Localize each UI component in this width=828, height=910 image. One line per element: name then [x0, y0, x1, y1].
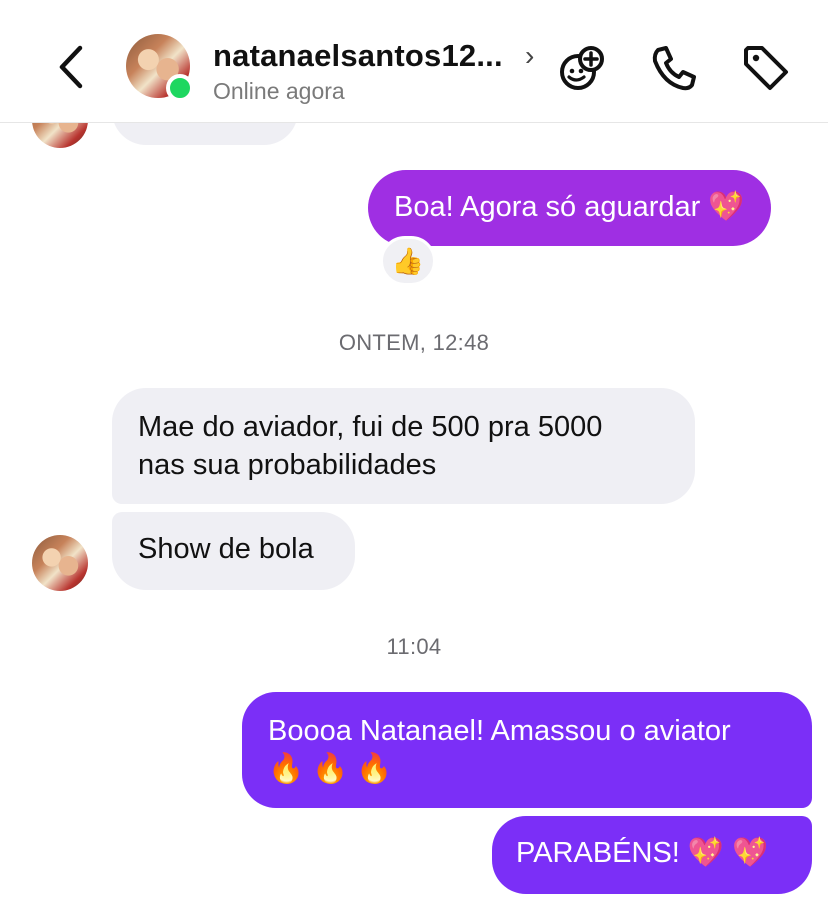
tag-button[interactable] [740, 42, 792, 94]
message-bubble-sent[interactable]: PARABÉNS! 💖 💖 [492, 816, 812, 894]
add-effect-button[interactable] [556, 42, 608, 94]
reaction-badge[interactable]: 👍 [380, 236, 436, 286]
online-status-dot [166, 74, 194, 102]
message-bubble-received[interactable]: Mae do aviador, fui de 500 pra 5000 nas … [112, 388, 695, 504]
phone-icon [652, 46, 696, 91]
add-effect-icon [560, 46, 604, 90]
message-line: Mae do aviador, fui de 500 pra 5000 [138, 411, 603, 443]
message-line: nas sua probabilidades [138, 449, 437, 481]
back-arrow-icon [59, 45, 83, 89]
voice-call-button[interactable] [648, 42, 700, 94]
timestamp: ONTEM, 12:48 [338, 330, 490, 355]
message-bubble-received[interactable]: Show de bola [112, 512, 355, 590]
message-bubble-sent[interactable]: Boooa Natanael! Amassou o aviator 🔥 🔥 🔥 [242, 692, 812, 808]
chat-header: natanaelsantos12... › Online agora [0, 0, 828, 123]
contact-avatar[interactable] [126, 34, 194, 102]
chevron-right-icon[interactable]: › [525, 40, 534, 72]
message-line: Boooa Natanael! Amassou o aviator [268, 715, 731, 747]
tag-icon [744, 46, 788, 90]
online-status-text: Online agora [213, 78, 345, 104]
message-line: 🔥 🔥 🔥 [268, 753, 393, 785]
timestamp: 11:04 [386, 634, 442, 659]
sender-avatar[interactable] [32, 535, 88, 591]
contact-username[interactable]: natanaelsantos12... [213, 38, 503, 74]
message-bubble-sent[interactable]: Boa! Agora só aguardar 💖 [368, 170, 771, 246]
back-button[interactable] [50, 42, 90, 92]
